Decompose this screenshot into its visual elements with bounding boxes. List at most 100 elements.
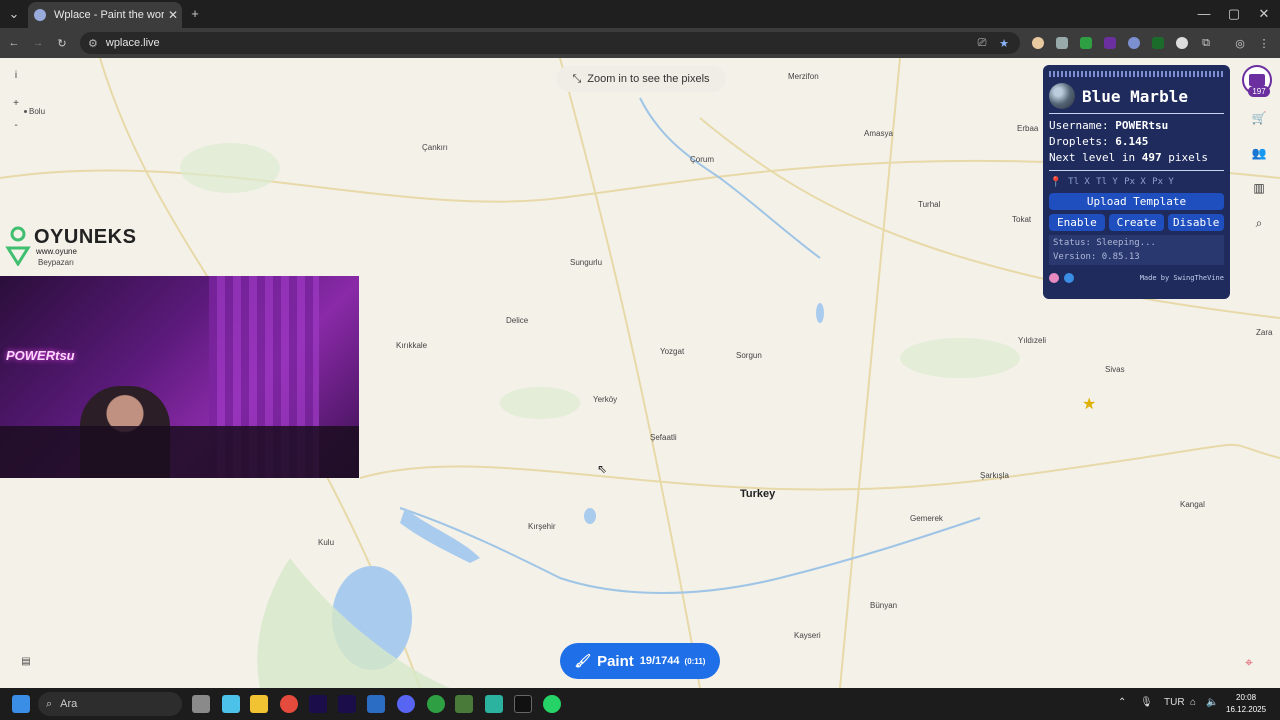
paint-label: Paint (597, 652, 634, 670)
back-icon[interactable]: ← (6, 35, 22, 51)
webcam-overlay: POWERtsu (0, 276, 359, 478)
paint-timer: (0:11) (684, 656, 706, 666)
city-label: Sungurlu (570, 258, 603, 267)
alliance-group-icon[interactable]: 👥 (1250, 144, 1268, 162)
pixel-y-input[interactable]: Px Y (1151, 175, 1175, 189)
tab-wplace[interactable]: Wplace - Paint the world ✕ (28, 2, 182, 28)
minecraft-icon[interactable] (455, 695, 473, 713)
disable-button[interactable]: Disable (1168, 214, 1225, 231)
vscode-icon[interactable] (367, 695, 385, 713)
premiere-pro-icon[interactable] (309, 695, 327, 713)
user-avatar[interactable]: 197 (1242, 65, 1272, 97)
extension-1-icon[interactable] (1030, 35, 1046, 51)
volume-icon[interactable]: 🔈 (1206, 697, 1218, 708)
globe-link-icon[interactable] (1064, 273, 1074, 283)
status-box[interactable]: Status: Sleeping... Version: 0.85.13 (1049, 235, 1224, 265)
input-language[interactable]: TUR (1164, 697, 1185, 708)
city-label: Beypazarı (38, 258, 75, 267)
extension-e-icon[interactable] (1102, 35, 1118, 51)
map-style-icon[interactable]: ▤ (18, 654, 34, 670)
extension-circle-icon[interactable] (1126, 35, 1142, 51)
extensions-puzzle-icon[interactable]: ⧉ (1198, 35, 1214, 51)
task-view-icon[interactable] (192, 695, 210, 713)
forward-icon[interactable]: → (30, 35, 46, 51)
microphone-icon[interactable]: 🎙 (1140, 697, 1153, 708)
tile-y-input[interactable]: Tl Y (1095, 175, 1119, 189)
tab-close-icon[interactable]: ✕ (164, 8, 182, 22)
version-line: Version: 0.85.13 (1053, 252, 1140, 262)
next-level-row: Next level in 497 pixels (1049, 151, 1208, 164)
pixel-x-input[interactable]: Px X (1123, 175, 1147, 189)
made-by-text: Made by SwingTheVine (1139, 274, 1224, 282)
after-effects-icon[interactable] (338, 695, 356, 713)
search-location-icon[interactable]: ⌕ (1250, 214, 1268, 232)
capcut-icon[interactable] (514, 695, 532, 713)
url-text: wplace.live (105, 37, 160, 49)
taskbar-search-placeholder: Ara (60, 698, 78, 710)
whatsapp-icon[interactable] (543, 695, 561, 713)
tile-x-input[interactable]: Tl X (1067, 175, 1091, 189)
favorite-star-icon[interactable]: ★ (1082, 394, 1096, 414)
file-explorer-icon[interactable] (250, 695, 268, 713)
extension-2-icon[interactable] (1054, 35, 1070, 51)
tab-title: Wplace - Paint the world (54, 9, 164, 21)
paint-brush-icon: 🖌 (574, 653, 592, 668)
tray-expand-icon[interactable]: ⌃ (1118, 697, 1126, 708)
paint-button[interactable]: 🖌 Paint 19/1744 (0:11) (560, 643, 720, 679)
tab-bar: ⌄ Wplace - Paint the world ✕ + — ▢ ✕ (0, 0, 1280, 28)
profile-icon[interactable]: ◎ (1232, 35, 1248, 51)
copilot-icon[interactable] (222, 695, 240, 713)
zoom-in-button[interactable]: + (8, 96, 24, 112)
extension-cloud-icon[interactable] (1174, 35, 1190, 51)
status-line: Status: Sleeping... (1053, 238, 1156, 248)
zoom-hint-text: Zoom in to see the pixels (587, 73, 710, 85)
city-label: Şefaatli (650, 433, 677, 442)
address-bar[interactable]: ⚙ wplace.live (80, 32, 1020, 54)
city-label: Tokat (1012, 215, 1032, 224)
taskbar-search[interactable]: ⌕ Ara (38, 692, 182, 716)
city-label: Bolu (24, 107, 45, 116)
logo-brand-text: OYUNEKS (34, 226, 137, 248)
theme-icon[interactable] (1049, 273, 1059, 283)
chrome-icon[interactable] (280, 695, 298, 713)
close-window-button[interactable]: ✕ (1254, 0, 1274, 28)
tab-search-icon[interactable]: ⌄ (4, 0, 24, 28)
start-windows-icon[interactable] (12, 695, 30, 713)
discord-icon[interactable] (397, 695, 415, 713)
zoom-out-button[interactable]: - (8, 118, 24, 134)
panel-drag-handle[interactable] (1049, 71, 1224, 77)
extension-shield-icon[interactable] (1078, 35, 1094, 51)
city-label: Zara (1256, 328, 1273, 337)
minimize-button[interactable]: — (1194, 0, 1214, 28)
store-cart-icon[interactable]: 🛒 (1250, 109, 1268, 127)
app-icon[interactable] (485, 695, 503, 713)
menu-kebab-icon[interactable]: ⋮ (1256, 35, 1272, 51)
city-label: Kırıkkale (396, 341, 428, 350)
enable-button[interactable]: Enable (1049, 214, 1105, 231)
pin-icon[interactable]: 📍 (1049, 177, 1063, 188)
username-row: Username: POWERtsu (1049, 119, 1169, 132)
extension-leaf-icon[interactable] (1150, 35, 1166, 51)
system-clock[interactable]: 20:08 16.12.2025 (1226, 692, 1266, 716)
xbox-icon[interactable] (427, 695, 445, 713)
network-icon[interactable]: ⌂ (1190, 697, 1196, 708)
world-map[interactable]: ⤡ Zoom in to see the pixels i + - Merzif… (0, 58, 1280, 688)
create-button[interactable]: Create (1108, 214, 1165, 231)
leaderboard-chart-icon[interactable]: ▥ (1250, 179, 1268, 197)
city-label: Merzifon (788, 72, 819, 81)
info-button[interactable]: i (8, 68, 24, 84)
site-info-icon[interactable]: ⚙ (88, 37, 98, 50)
city-label: Kırşehir (528, 522, 556, 531)
locate-me-icon[interactable]: ⌖ (1245, 654, 1253, 671)
city-label: Turhal (918, 200, 941, 209)
new-tab-button[interactable]: + (185, 0, 205, 28)
reload-icon[interactable]: ↻ (54, 35, 70, 51)
install-app-icon[interactable]: ⎚ (974, 35, 990, 51)
restore-button[interactable]: ▢ (1224, 0, 1244, 28)
bookmark-star-icon[interactable]: ★ (996, 35, 1012, 51)
blue-marble-globe-icon (1049, 83, 1075, 109)
droplets-row: Droplets: 6.145 (1049, 135, 1149, 148)
level-badge: 197 (1248, 86, 1270, 97)
upload-template-button[interactable]: Upload Template (1049, 193, 1224, 210)
mouse-cursor-icon: ⇖ (597, 462, 608, 476)
